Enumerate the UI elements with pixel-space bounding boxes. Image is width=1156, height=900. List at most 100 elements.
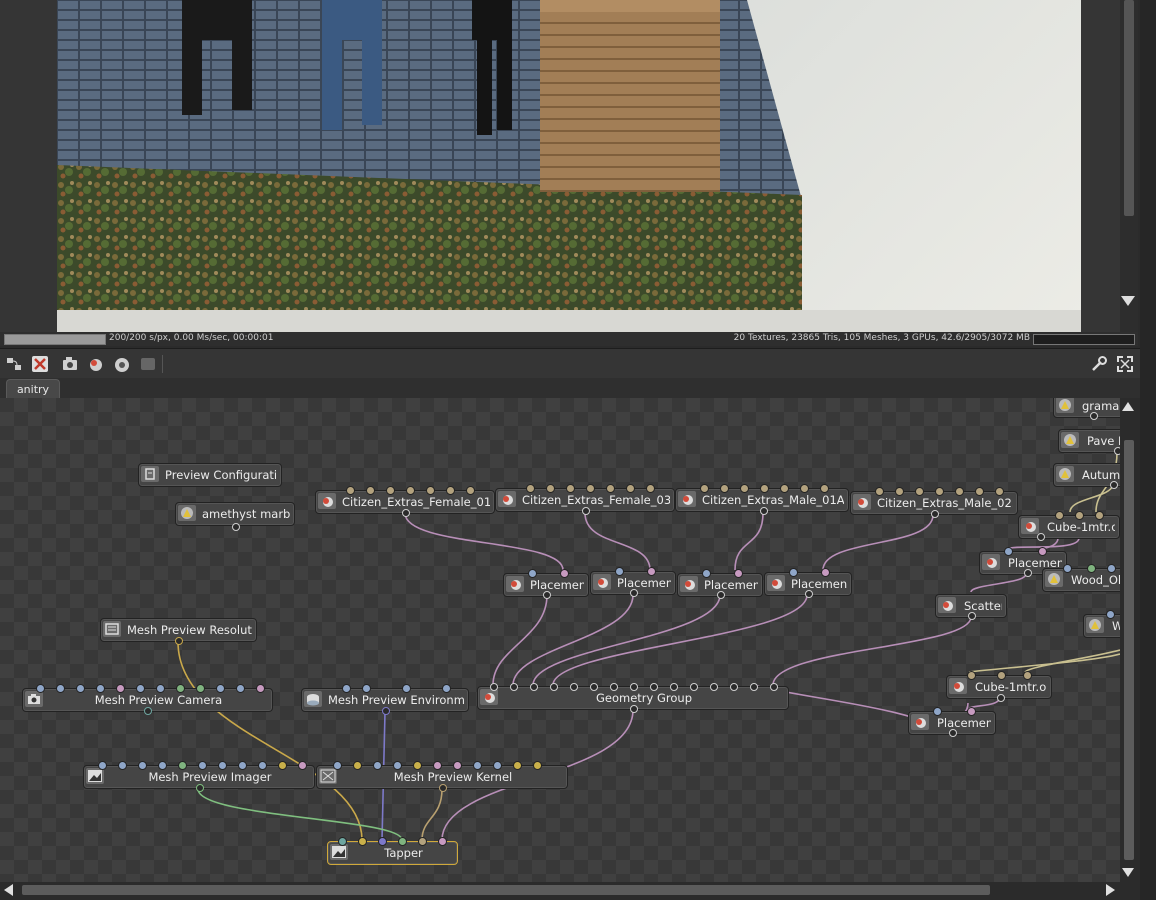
input-pin[interactable] [967, 671, 976, 680]
node-graph-editor[interactable]: Preview Configuration amethyst marble Ci… [0, 398, 1120, 882]
output-pin[interactable] [175, 637, 183, 645]
input-pin[interactable] [346, 486, 355, 495]
output-pin[interactable] [1024, 569, 1032, 577]
input-pin[interactable] [955, 487, 964, 496]
input-pin[interactable] [413, 761, 422, 770]
input-pin[interactable] [342, 684, 351, 693]
graph-vertical-scrollbar-thumb[interactable] [1124, 440, 1134, 860]
node-mesh-preview-imager[interactable]: Mesh Preview Imager [83, 761, 315, 792]
input-pin[interactable] [560, 569, 569, 578]
input-pin[interactable] [915, 487, 924, 496]
node-placement-right-2[interactable]: Placement [908, 707, 996, 737]
input-pin[interactable] [386, 486, 395, 495]
output-pin[interactable] [630, 705, 638, 713]
input-pin[interactable] [590, 683, 598, 691]
input-pin[interactable] [615, 567, 624, 576]
input-pin[interactable] [373, 761, 382, 770]
wrench-icon[interactable] [1090, 355, 1108, 373]
input-pin[interactable] [700, 484, 709, 493]
output-pin[interactable] [196, 784, 204, 792]
input-pin[interactable] [493, 761, 502, 770]
node-mesh-preview-camera[interactable]: Mesh Preview Camera [22, 684, 273, 715]
input-pin[interactable] [510, 683, 518, 691]
node-citizen-male-02[interactable]: Citizen_Extras_Male_02.obj [850, 487, 1018, 518]
input-pin[interactable] [138, 761, 147, 770]
scroll-left-arrow-icon[interactable] [4, 884, 13, 896]
input-pin[interactable] [967, 707, 976, 716]
input-pin[interactable] [362, 684, 371, 693]
node-preview-configuration[interactable]: Preview Configuration [138, 463, 282, 487]
node-mesh-preview-resolution[interactable]: Mesh Preview Resolution [100, 618, 257, 645]
input-pin[interactable] [821, 568, 830, 577]
output-pin[interactable] [439, 784, 447, 792]
node-citizen-male-01a[interactable]: Citizen_Extras_Male_01A.obj [675, 484, 849, 515]
output-pin[interactable] [382, 707, 390, 715]
node-placement-3[interactable]: Placement [677, 569, 763, 599]
input-pin[interactable] [56, 684, 65, 693]
input-pin[interactable] [528, 569, 537, 578]
node-placement-2[interactable]: Placement [590, 567, 676, 597]
material-icon[interactable] [87, 355, 105, 373]
output-pin[interactable] [968, 612, 976, 620]
input-pin[interactable] [176, 684, 185, 693]
graph-layout-icon[interactable] [5, 355, 23, 373]
node-tapper[interactable]: Tapper [327, 837, 458, 865]
input-pin[interactable] [530, 683, 538, 691]
input-pin[interactable] [702, 569, 711, 578]
input-pin[interactable] [1107, 564, 1116, 573]
input-pin[interactable] [1075, 511, 1084, 520]
input-pin[interactable] [156, 684, 165, 693]
output-pin[interactable] [1110, 481, 1118, 489]
input-pin[interactable] [997, 671, 1006, 680]
clear-icon[interactable] [31, 355, 49, 373]
node-mesh-preview-kernel[interactable]: Mesh Preview Kernel [316, 761, 568, 792]
input-pin[interactable] [650, 683, 658, 691]
input-pin[interactable] [566, 484, 575, 493]
disabled-icon[interactable] [139, 355, 157, 373]
input-pin[interactable] [710, 683, 718, 691]
input-pin[interactable] [730, 683, 738, 691]
node-amethyst-marble[interactable]: amethyst marble [175, 502, 295, 531]
input-pin[interactable] [895, 487, 904, 496]
scroll-up-arrow-icon[interactable] [1122, 402, 1134, 411]
input-pin[interactable] [740, 484, 749, 493]
input-pin[interactable] [196, 684, 205, 693]
input-pin[interactable] [158, 761, 167, 770]
output-pin[interactable] [402, 509, 410, 517]
render-viewport[interactable] [0, 0, 1138, 332]
tab-anitry[interactable]: anitry [6, 379, 60, 399]
input-pin[interactable] [720, 484, 729, 493]
input-pin[interactable] [218, 761, 227, 770]
input-pin[interactable] [426, 486, 435, 495]
input-pin[interactable] [366, 486, 375, 495]
input-pin[interactable] [136, 684, 145, 693]
input-pin[interactable] [446, 486, 455, 495]
input-pin[interactable] [198, 761, 207, 770]
input-pin[interactable] [490, 683, 498, 691]
node-citizen-female-03[interactable]: Citizen_Extras_Female_03.obj [495, 484, 675, 515]
output-pin[interactable] [949, 729, 957, 737]
node-cube-1mtr-top[interactable]: Cube-1mtr.obj [1018, 511, 1120, 541]
node-autumn[interactable]: Autumn [1053, 463, 1120, 489]
scroll-right-arrow-icon[interactable] [1106, 884, 1115, 896]
input-pin[interactable] [453, 761, 462, 770]
input-pin[interactable] [406, 486, 415, 495]
input-pin[interactable] [533, 761, 542, 770]
input-pin[interactable] [438, 837, 447, 846]
input-pin[interactable] [610, 683, 618, 691]
viewport-scrollbar-thumb[interactable] [1124, 0, 1134, 216]
input-pin[interactable] [550, 683, 558, 691]
input-pin[interactable] [800, 484, 809, 493]
input-pin[interactable] [398, 837, 407, 846]
output-pin[interactable] [1090, 412, 1098, 420]
output-pin[interactable] [805, 590, 813, 598]
fullscreen-icon[interactable] [1116, 355, 1134, 373]
input-pin[interactable] [393, 761, 402, 770]
input-pin[interactable] [76, 684, 85, 693]
input-pin[interactable] [670, 683, 678, 691]
input-pin[interactable] [258, 761, 267, 770]
input-pin[interactable] [734, 569, 743, 578]
render-icon[interactable] [113, 355, 131, 373]
input-pin[interactable] [178, 761, 187, 770]
input-pin[interactable] [646, 484, 655, 493]
